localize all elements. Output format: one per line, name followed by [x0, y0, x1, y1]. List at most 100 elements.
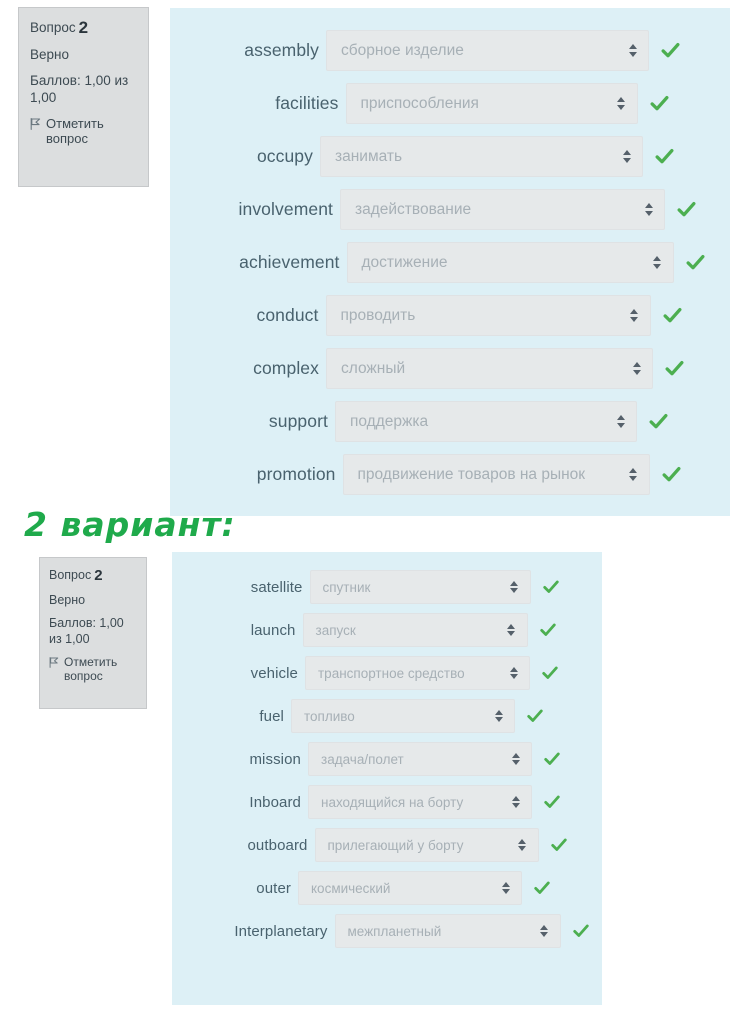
select-stepper-icon[interactable] — [508, 580, 521, 594]
check-icon — [660, 40, 681, 61]
select-stepper-icon[interactable] — [538, 924, 551, 938]
check-icon — [533, 879, 551, 897]
match-answer-value: топливо — [304, 708, 355, 724]
match-row: satellite спутник — [172, 570, 602, 604]
select-stepper-icon[interactable] — [509, 795, 522, 809]
match-term: vehicle — [250, 664, 298, 682]
match-answer-value: космический — [311, 880, 391, 896]
match-answer-value: сложный — [341, 359, 406, 377]
match-row: achievement достижение — [170, 242, 730, 283]
match-term: Interplanetary — [234, 922, 328, 940]
match-answer-select[interactable]: топливо — [291, 699, 515, 733]
check-icon — [648, 411, 669, 432]
select-stepper-icon[interactable] — [516, 838, 529, 852]
match-row: support поддержка — [170, 401, 730, 442]
question-label: Вопрос — [30, 20, 76, 35]
match-answer-select[interactable]: прилегающий у борту — [314, 828, 539, 862]
select-stepper-icon[interactable] — [651, 256, 664, 269]
match-row: Inboard находящийся на борту — [172, 785, 602, 819]
flag-question-button[interactable]: Отметить вопрос — [30, 116, 137, 146]
match-answer-select[interactable]: задача/полет — [308, 742, 532, 776]
match-answer-value: занимать — [335, 147, 403, 165]
match-answer-select[interactable]: находящийся на борту — [308, 785, 532, 819]
match-answer-value: межпланетный — [347, 923, 442, 939]
match-row: mission задача/полет — [172, 742, 602, 776]
match-answer-value: задача/полет — [321, 751, 404, 767]
match-term: achievement — [239, 252, 340, 272]
check-icon — [541, 664, 559, 682]
question-number-line: Вопрос 2 — [30, 17, 137, 39]
match-row: assembly сборное изделие — [170, 30, 730, 71]
match-answer-select[interactable]: продвижение товаров на рынок — [342, 454, 650, 495]
match-answer-value: задействование — [355, 200, 472, 218]
match-answer-select[interactable]: межпланетный — [334, 914, 561, 948]
variant-heading: 2 вариант: — [24, 505, 236, 544]
match-answer-select[interactable]: приспособления — [345, 83, 638, 124]
match-answer-value: достижение — [361, 253, 448, 271]
select-stepper-icon[interactable] — [509, 752, 522, 766]
match-answer-select[interactable]: сборное изделие — [326, 30, 649, 71]
match-answer-select[interactable]: поддержка — [335, 401, 637, 442]
select-stepper-icon[interactable] — [499, 881, 512, 895]
select-stepper-icon[interactable] — [614, 415, 627, 428]
select-stepper-icon[interactable] — [615, 97, 628, 110]
select-stepper-icon[interactable] — [505, 623, 518, 637]
match-row: complex сложный — [170, 348, 730, 389]
match-term: fuel — [259, 707, 284, 725]
match-answer-value: проводить — [340, 306, 416, 324]
match-answer-value: приспособления — [360, 94, 479, 112]
match-answer-select[interactable]: занимать — [320, 136, 643, 177]
match-term: occupy — [256, 146, 313, 166]
match-row: conduct проводить — [170, 295, 730, 336]
check-icon — [543, 793, 561, 811]
select-stepper-icon[interactable] — [507, 666, 520, 680]
match-term: support — [268, 411, 328, 431]
match-term: complex — [253, 358, 319, 378]
match-answer-select[interactable]: задействование — [340, 189, 665, 230]
question-state: Верно — [30, 47, 69, 63]
match-answer-select[interactable]: запуск — [302, 613, 528, 647]
match-answer-select[interactable]: проводить — [325, 295, 651, 336]
match-answer-value: транспортное средство — [318, 665, 465, 681]
select-stepper-icon[interactable] — [626, 44, 639, 57]
question-marks: Баллов: 1,00 из 1,00 — [30, 72, 129, 106]
match-answer-value: прилегающий у борту — [327, 837, 464, 853]
select-stepper-icon[interactable] — [628, 309, 641, 322]
match-term: promotion — [256, 464, 336, 484]
check-icon — [685, 252, 706, 273]
flag-outline-icon — [30, 117, 41, 132]
select-stepper-icon[interactable] — [630, 362, 643, 375]
match-term: assembly — [244, 40, 319, 60]
question-state: Верно — [49, 592, 86, 607]
select-stepper-icon[interactable] — [620, 150, 633, 163]
check-icon — [526, 707, 544, 725]
match-answer-value: запуск — [315, 622, 356, 638]
flag-question-label: Отметить вопрос — [46, 115, 104, 146]
match-term: outboard — [247, 836, 308, 854]
match-row: vehicle транспортное средство — [172, 656, 602, 690]
match-rows-1: assembly сборное изделие facilities приспос… — [170, 30, 730, 495]
select-stepper-icon[interactable] — [642, 203, 655, 216]
match-term: outer — [256, 879, 291, 897]
match-row: launch запуск — [172, 613, 602, 647]
select-stepper-icon[interactable] — [492, 709, 505, 723]
match-answer-value: спутник — [322, 579, 371, 595]
match-term: facilities — [275, 93, 339, 113]
question-number-line: Вопрос 2 — [49, 566, 137, 586]
match-answer-value: сборное изделие — [341, 41, 464, 59]
check-icon — [661, 464, 682, 485]
flag-question-button[interactable]: Отметить вопрос — [49, 655, 137, 683]
match-answer-select[interactable]: сложный — [326, 348, 653, 389]
check-icon — [542, 578, 560, 596]
check-icon — [539, 621, 557, 639]
question-info-panel-2: Вопрос 2 Верно Баллов: 1,00 из 1,00 Отмет… — [39, 557, 147, 709]
match-answer-select[interactable]: достижение — [346, 242, 674, 283]
match-answer-select[interactable]: спутник — [309, 570, 531, 604]
question-marks: Баллов: 1,00 из 1,00 — [49, 615, 124, 646]
match-answer-select[interactable]: космический — [298, 871, 522, 905]
check-icon — [550, 836, 568, 854]
question-number: 2 — [94, 567, 103, 584]
select-stepper-icon[interactable] — [627, 468, 640, 481]
match-answer-select[interactable]: транспортное средство — [305, 656, 530, 690]
flag-question-label: Отметить вопрос — [64, 655, 118, 684]
